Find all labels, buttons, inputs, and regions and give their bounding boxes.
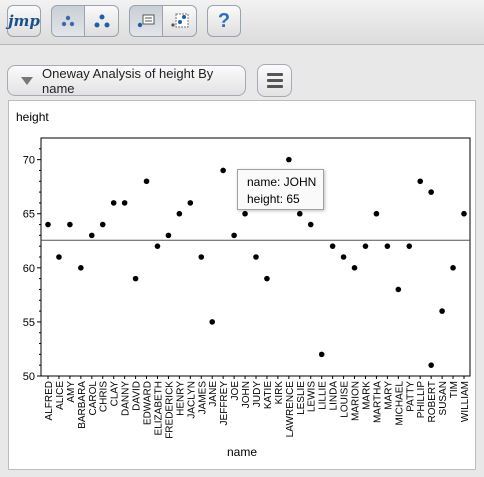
- data-point[interactable]: [110, 200, 117, 206]
- data-point[interactable]: [56, 254, 62, 260]
- data-point[interactable]: [154, 243, 161, 249]
- data-point[interactable]: [198, 254, 205, 260]
- x-tick-label: ROBERT: [427, 381, 438, 423]
- data-point[interactable]: [351, 265, 358, 271]
- data-point[interactable]: [428, 362, 434, 368]
- x-tick-label: MARTHA: [372, 381, 383, 423]
- data-point[interactable]: [99, 221, 106, 228]
- tooltip-height: height: 65: [247, 192, 300, 206]
- x-tick-label: MARK: [361, 381, 372, 410]
- x-tick-label: MARION: [351, 381, 362, 421]
- x-tick-label: ALICE: [55, 381, 66, 410]
- x-tick-label: SUSAN: [438, 381, 449, 415]
- data-point[interactable]: [67, 221, 73, 228]
- data-point[interactable]: [406, 243, 413, 249]
- x-tick-label: JAMES: [197, 381, 208, 415]
- x-axis-label: name: [226, 445, 258, 459]
- data-point[interactable]: [373, 210, 380, 217]
- data-point[interactable]: [176, 210, 183, 217]
- y-tick-label: 50: [23, 371, 35, 383]
- x-tick-label: BARBARA: [77, 381, 88, 429]
- x-tick-label: JANE: [208, 381, 219, 407]
- x-tick-label: LINDA: [329, 381, 340, 411]
- x-tick-label: TIM: [449, 381, 460, 398]
- x-tick-label: JACLYN: [186, 381, 197, 419]
- data-point[interactable]: [264, 275, 270, 282]
- x-tick-label: DAVID: [132, 381, 143, 411]
- data-point[interactable]: [362, 243, 369, 249]
- x-tick-label: MICHAEL: [394, 381, 405, 426]
- x-tick-label: JOHN: [241, 381, 252, 408]
- x-tick-label: KIRK: [274, 381, 285, 405]
- y-tick-label: 65: [23, 209, 35, 221]
- x-tick-label: DANNY: [121, 381, 132, 416]
- x-tick-label: LILLIE: [318, 381, 329, 410]
- y-axis: 50 55 60 65 70: [23, 148, 41, 383]
- x-tick-label: PHILLIP: [416, 381, 427, 419]
- data-point[interactable]: [253, 254, 259, 260]
- data-point[interactable]: [209, 319, 216, 325]
- x-tick-label: CAROL: [88, 381, 99, 416]
- data-point[interactable]: [242, 210, 248, 217]
- data-point[interactable]: [395, 286, 402, 293]
- data-point[interactable]: [231, 232, 237, 239]
- x-tick-label: JUDY: [252, 381, 263, 407]
- x-tick-label: CLAY: [110, 381, 121, 407]
- data-point[interactable]: [45, 221, 51, 228]
- data-point[interactable]: [329, 243, 336, 249]
- data-point[interactable]: [165, 232, 172, 239]
- x-tick-label: WILLIAM: [460, 381, 471, 422]
- x-tick-label: LAWRENCE: [285, 381, 296, 438]
- x-tick-label: ELIZABETH: [153, 381, 164, 435]
- data-point[interactable]: [439, 308, 445, 314]
- x-tick-label: CHRIS: [99, 381, 110, 412]
- x-tick-label: ALFRED: [44, 381, 55, 420]
- data-point[interactable]: [187, 200, 194, 206]
- x-tick-label: MARY: [383, 381, 394, 410]
- x-tick-label: PATTY: [405, 381, 416, 412]
- x-tick-label: KATIE: [263, 381, 274, 409]
- data-point[interactable]: [296, 210, 303, 217]
- hover-tooltip: name: JOHN height: 65: [237, 169, 324, 210]
- x-tick-label: LOUISE: [340, 381, 351, 418]
- y-tick-label: 70: [23, 155, 35, 167]
- data-point[interactable]: [428, 189, 434, 195]
- data-point[interactable]: [220, 167, 226, 174]
- data-point[interactable]: [121, 200, 128, 206]
- data-point[interactable]: [340, 254, 347, 260]
- x-tick-label: LESLIE: [296, 381, 307, 415]
- data-point[interactable]: [417, 178, 424, 185]
- data-point[interactable]: [307, 221, 314, 228]
- data-point[interactable]: [88, 232, 95, 239]
- data-point[interactable]: [286, 156, 292, 163]
- data-point[interactable]: [78, 265, 84, 271]
- x-tick-label: EDWARD: [143, 381, 154, 425]
- tooltip-name: name: JOHN: [247, 175, 317, 189]
- y-tick-label: 55: [23, 317, 35, 329]
- x-tick-label: FREDERICK: [164, 381, 175, 439]
- x-tick-label: JEFFREY: [219, 381, 230, 426]
- data-point[interactable]: [461, 210, 467, 217]
- x-axis: ALFRED ALICE AMY BARBARA CAROL CHRIS CLAY DANNY…: [44, 376, 471, 439]
- x-tick-label: JOE: [230, 381, 241, 401]
- x-tick-label: HENRY: [175, 381, 186, 416]
- data-point[interactable]: [143, 178, 150, 185]
- y-tick-label: 60: [23, 263, 35, 275]
- data-point[interactable]: [384, 243, 391, 249]
- data-point[interactable]: [450, 265, 456, 271]
- data-point[interactable]: [132, 275, 139, 282]
- data-point[interactable]: [318, 351, 325, 358]
- x-tick-label: AMY: [66, 381, 77, 403]
- scatter-chart[interactable]: 50 55 60 65 70 ALFRED ALICE AMY BARBARA CAROL CHR…: [0, 0, 484, 445]
- x-tick-label: LEWIS: [307, 381, 318, 412]
